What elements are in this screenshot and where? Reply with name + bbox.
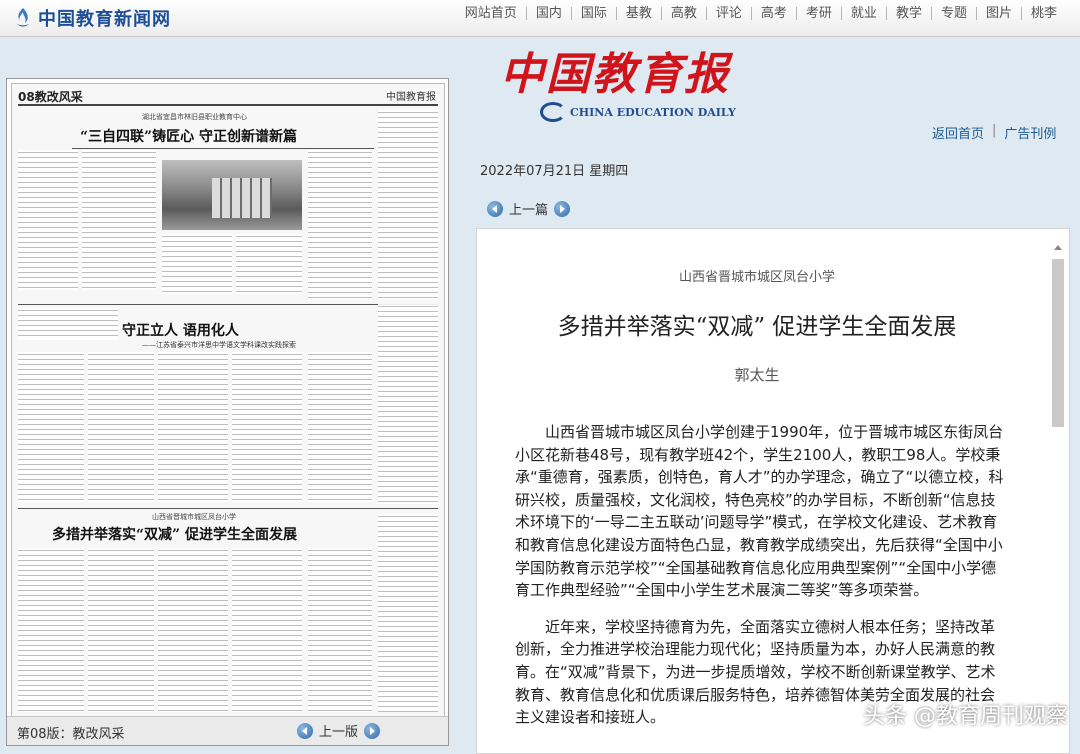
back-home-link[interactable]: 返回首页 <box>932 123 984 142</box>
page-header: 08教改风采 中国教育报 <box>18 88 438 106</box>
nav-item-international[interactable]: 国际 <box>570 6 616 20</box>
nav-item-home[interactable]: 网站首页 <box>456 7 526 20</box>
text-column <box>308 352 372 502</box>
article-scrollbar[interactable] <box>1051 245 1065 749</box>
link-separator: | <box>992 123 997 138</box>
nav-item-photos[interactable]: 图片 <box>975 6 1021 20</box>
prev-article-link[interactable]: 上一篇 <box>509 199 548 218</box>
nav-item-employment[interactable]: 就业 <box>840 6 886 20</box>
masthead-english-title: CHINA EDUCATION DAILY <box>570 105 736 119</box>
news-photo <box>162 160 302 230</box>
text-column <box>18 352 84 502</box>
prev-page-control[interactable]: 上一版 <box>297 721 381 740</box>
nav-item-taoli[interactable]: 桃李 <box>1020 6 1066 20</box>
logo-flame-icon <box>17 8 29 27</box>
page-number-label: 第08版：教改风采 <box>17 727 125 742</box>
article3-headline[interactable]: 多措并举落实“双减” 促进学生全面发展 <box>52 524 297 544</box>
article-panel: 山西省晋城市城区凤台小学 多措并举落实“双减” 促进学生全面发展 郭太生 山西省… <box>476 228 1070 754</box>
scroll-up-arrow-icon[interactable] <box>1054 245 1062 250</box>
nav-item-commentary[interactable]: 评论 <box>705 6 751 20</box>
text-column <box>236 234 302 294</box>
site-logo[interactable]: 中国教育新闻网 <box>14 5 171 31</box>
text-column <box>378 304 438 504</box>
prev-article-icon[interactable] <box>487 200 503 217</box>
text-column <box>378 514 438 712</box>
article-pager: 上一篇 <box>487 199 571 218</box>
top-nav: 网站首页 国内 国际 基教 高教 评论 高考 考研 就业 教学 专题 图片 桃李 <box>456 0 1066 26</box>
ad-rates-link[interactable]: 广告刊例 <box>1004 123 1056 142</box>
page-masthead: 中国教育报 <box>386 92 436 103</box>
masthead-links: 返回首页 | 广告刊例 <box>932 123 1056 142</box>
article-author: 郭太生 <box>734 366 780 384</box>
text-column <box>88 548 154 712</box>
text-column <box>308 150 372 300</box>
scrollbar-thumb[interactable] <box>1052 259 1064 427</box>
masthead-title: 中国教育报 <box>500 49 730 100</box>
article3-kicker: 山西省晋城市城区凤台小学 <box>152 513 236 521</box>
divider <box>72 148 374 149</box>
top-bar: 中国教育新闻网 网站首页 国内 国际 基教 高教 评论 高考 考研 就业 教学 … <box>0 0 1080 37</box>
prev-page-icon[interactable] <box>297 722 313 739</box>
article-paragraph: 山西省晋城市城区凤台小学创建于1990年，位于晋城市城区东街凤台小区花新巷48号… <box>515 423 1004 600</box>
page-footer-bar: 第08版：教改风采 上一版 <box>7 716 448 745</box>
text-column <box>232 352 302 502</box>
next-article-icon[interactable] <box>554 200 571 217</box>
nav-item-teaching[interactable]: 教学 <box>885 6 931 20</box>
nav-item-kaoyan[interactable]: 考研 <box>795 6 841 20</box>
article-org: 山西省晋城市城区凤台小学 <box>678 270 835 285</box>
text-column <box>82 150 156 290</box>
prev-page-link[interactable]: 上一版 <box>319 721 358 740</box>
site-logo-text: 中国教育新闻网 <box>38 9 171 30</box>
nav-item-gaokao[interactable]: 高考 <box>750 6 796 20</box>
article2-subheadline: ——江苏省泰兴市洋思中学语文学科课改实践探索 <box>142 341 296 349</box>
masthead-emblem-icon <box>540 102 566 122</box>
newspaper-page-image[interactable]: 08教改风采 中国教育报 湖北省宜昌市林旧县职业教育中心 “三自四联”铸匠心 守… <box>11 83 445 717</box>
newspaper-page-viewer: 08教改风采 中国教育报 湖北省宜昌市林旧县职业教育中心 “三自四联”铸匠心 守… <box>6 78 449 746</box>
text-column <box>18 308 118 340</box>
nav-item-higher-edu[interactable]: 高教 <box>660 6 706 20</box>
nav-item-topics[interactable]: 专题 <box>930 6 976 20</box>
text-column <box>88 352 154 502</box>
text-column <box>18 548 84 712</box>
page-section-label: 08教改风采 <box>18 90 83 104</box>
next-page-icon[interactable] <box>364 722 381 739</box>
newspaper-masthead: 中国教育报 CHINA EDUCATION DAILY <box>500 50 736 122</box>
text-column <box>162 234 232 294</box>
watermark: 头条 @教育周刊观察 <box>863 704 1068 729</box>
article-title: 多措并举落实“双减” 促进学生全面发展 <box>557 314 957 340</box>
text-column <box>158 352 228 502</box>
article1-kicker: 湖北省宜昌市林旧县职业教育中心 <box>142 113 247 121</box>
article-body: 山西省晋城市城区凤台小学创建于1990年，位于晋城市城区东街凤台小区花新巷48号… <box>515 421 1005 743</box>
issue-date: 2022年07月21日 星期四 <box>480 164 629 179</box>
text-column <box>158 548 228 712</box>
nav-item-basic-edu[interactable]: 基教 <box>615 6 661 20</box>
text-column <box>18 150 78 290</box>
text-column <box>232 548 302 712</box>
divider <box>18 508 438 509</box>
nav-item-domestic[interactable]: 国内 <box>525 6 571 20</box>
text-column <box>308 548 372 712</box>
text-column <box>378 110 438 300</box>
article2-headline[interactable]: 守正立人 语用化人 <box>122 320 239 340</box>
article1-headline[interactable]: “三自四联”铸匠心 守正创新谱新篇 <box>80 126 297 146</box>
divider <box>18 304 438 305</box>
